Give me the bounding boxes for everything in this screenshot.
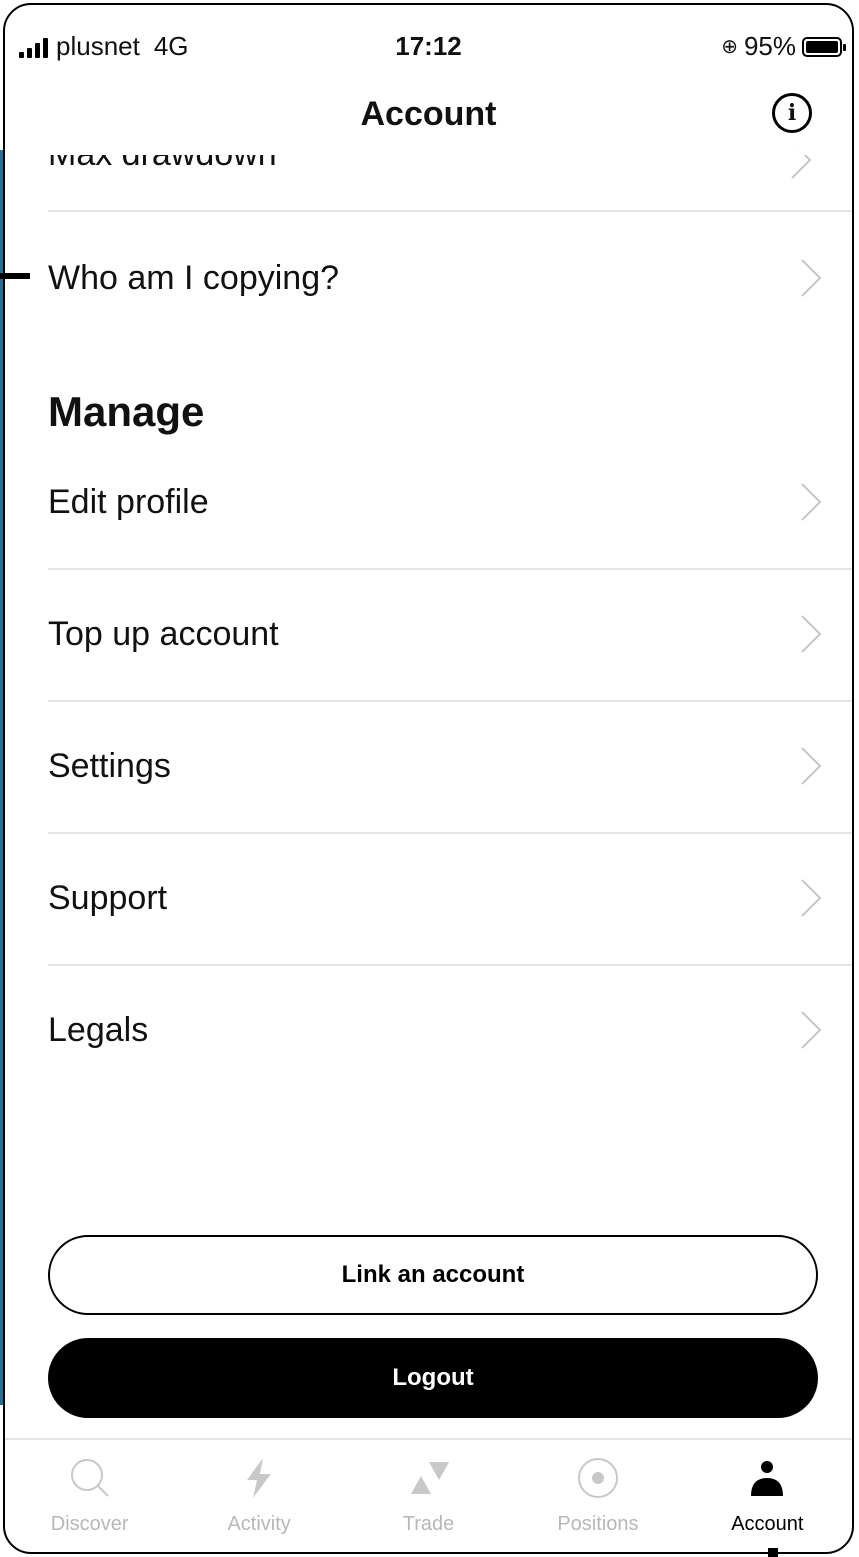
tab-trade[interactable]: Trade: [344, 1440, 513, 1552]
row-label: Legals: [48, 1010, 149, 1049]
row-label: Settings: [48, 746, 171, 785]
tab-bar: Discover Activity Trade Positions Accoun…: [5, 1438, 852, 1552]
chevron-right-icon: [800, 614, 822, 654]
tab-account[interactable]: Account: [683, 1440, 852, 1552]
chevron-right-icon: [800, 258, 822, 298]
tab-label: Activity: [227, 1513, 291, 1535]
left-edge-marker: [0, 273, 30, 279]
row-support[interactable]: Support: [48, 868, 822, 928]
phone-frame: plusnet 4G 17:12 ⊕ 95% Max drawdown Acco…: [3, 3, 854, 1554]
person-icon: [745, 1456, 789, 1505]
tab-discover[interactable]: Discover: [5, 1440, 174, 1552]
row-legals[interactable]: Legals: [48, 1000, 822, 1060]
row-edit-profile[interactable]: Edit profile: [48, 472, 822, 532]
chevron-right-icon: [800, 482, 822, 522]
divider: [48, 568, 852, 570]
battery-percent: 95%: [743, 31, 796, 61]
section-title-manage: Manage: [48, 388, 205, 435]
status-right: ⊕ 95%: [721, 31, 846, 62]
row-who-am-i-copying[interactable]: Who am I copying?: [48, 248, 822, 308]
status-bar: plusnet 4G 17:12 ⊕ 95%: [5, 5, 852, 85]
tab-positions[interactable]: Positions: [513, 1440, 682, 1552]
positions-icon: [576, 1456, 620, 1505]
tab-label: Trade: [402, 1513, 455, 1535]
divider: [48, 964, 852, 966]
bottom-edge-marker: [768, 1548, 778, 1557]
divider: [48, 700, 852, 702]
tab-activity[interactable]: Activity: [174, 1440, 343, 1552]
row-top-up-account[interactable]: Top up account: [48, 604, 822, 664]
nav-bar: Account i: [5, 85, 852, 155]
chevron-right-icon: [800, 1010, 822, 1050]
search-icon: [68, 1456, 112, 1505]
row-label: Edit profile: [48, 482, 209, 521]
lightning-icon: [237, 1456, 281, 1505]
orientation-lock-icon: ⊕: [721, 36, 738, 58]
tab-label: Positions: [557, 1513, 639, 1535]
trade-icon: [407, 1456, 451, 1505]
row-label: Who am I copying?: [48, 258, 340, 297]
page-title: Account: [360, 95, 497, 133]
logout-button[interactable]: Logout: [48, 1338, 818, 1418]
tab-label: Discover: [50, 1513, 129, 1535]
row-label: Support: [48, 878, 168, 917]
info-icon[interactable]: i: [772, 93, 812, 133]
battery-icon: [802, 36, 846, 57]
divider: [48, 210, 852, 212]
divider: [48, 832, 852, 834]
tab-label: Account: [731, 1513, 804, 1535]
chevron-right-icon: [800, 878, 822, 918]
link-account-button[interactable]: Link an account: [48, 1235, 818, 1315]
chevron-right-icon: [800, 746, 822, 786]
row-label: Top up account: [48, 614, 279, 653]
row-settings[interactable]: Settings: [48, 736, 822, 796]
